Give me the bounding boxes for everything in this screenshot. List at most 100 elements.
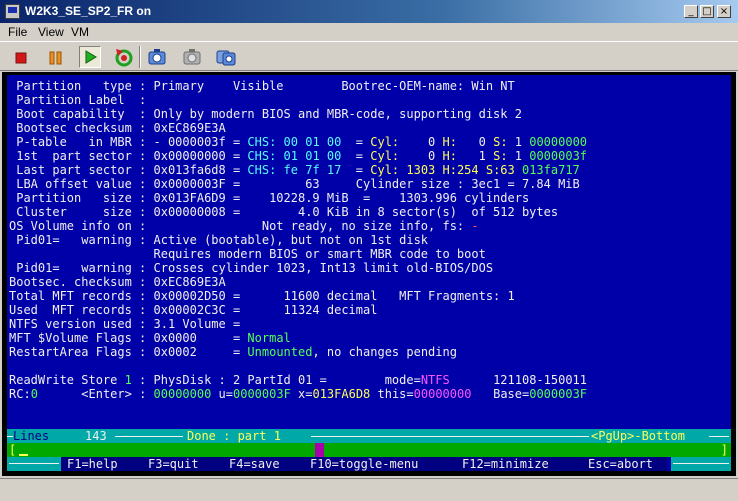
console-text-segment: Base= — [471, 387, 530, 401]
console-text-segment: RestartArea Flags : 0x0002 = — [9, 345, 248, 359]
fkey-save[interactable]: F4=save — [229, 457, 280, 471]
console-text-segment: 1 — [456, 149, 494, 163]
vm-console[interactable]: Partition type : Primary Visible Bootrec… — [7, 75, 731, 471]
console-text-segment: 0 — [30, 387, 38, 401]
toolbar-separator — [139, 46, 141, 68]
console-text-segment: 00000000 — [413, 387, 472, 401]
console-text: Partition type : Primary Visible Bootrec… — [9, 79, 587, 401]
fkey-toggle-menu[interactable]: F10=toggle-menu — [310, 457, 418, 471]
fkey-bar-left-edge — [7, 457, 61, 471]
console-line: MFT $Volume Flags : 0x0000 = Normal — [9, 331, 587, 345]
console-text-segment: ReadWrite Store — [9, 373, 125, 387]
play-button[interactable] — [79, 46, 101, 68]
menu-vm[interactable]: VM — [71, 25, 89, 39]
console-text-segment: Partition size : 0x013FA6D9 = 10228.9 Mi… — [9, 191, 530, 205]
vm-console-frame[interactable]: Partition type : Primary Visible Bootrec… — [2, 72, 736, 476]
console-text-segment: 0 — [399, 149, 443, 163]
console-line: OS Volume info on : Not ready, no size i… — [9, 219, 587, 233]
minimize-button[interactable]: _ — [684, 5, 698, 18]
console-text-segment: 1 — [507, 135, 530, 149]
console-line: Pid01= warning : Crosses cylinder 1023, … — [9, 261, 587, 275]
status-divider — [115, 436, 183, 437]
snapshot-manager-icon — [216, 50, 236, 66]
console-text-segment: = — [341, 163, 371, 177]
console-text-segment: x= — [290, 387, 313, 401]
console-text-segment: RC: — [9, 387, 31, 401]
console-line: Partition size : 0x013FA6D9 = 10228.9 Mi… — [9, 191, 587, 205]
console-text-segment: MFT $Volume Flags : 0x0000 = — [9, 331, 248, 345]
snapshot-button[interactable] — [146, 46, 168, 68]
fkey-help[interactable]: F1=help — [67, 457, 118, 471]
console-text-segment: 1 — [124, 373, 132, 387]
console-text-segment: LBA offset value : 0x0000003F = 63 Cylin… — [9, 177, 580, 191]
console-text-segment: Partition Label : — [9, 93, 147, 107]
console-text-segment: 1 — [507, 149, 530, 163]
console-text-segment: H: — [442, 149, 457, 163]
console-text-segment: 0000003f — [529, 149, 588, 163]
console-line: Used MFT records : 0x00002C3C = 11324 de… — [9, 303, 587, 317]
function-key-list: F1=help F3=quit F4=save F10=toggle-menu … — [61, 457, 667, 471]
status-navigation: <PgUp>-Bottom — [591, 429, 685, 443]
input-right-bracket: ] — [720, 443, 728, 457]
stop-icon — [15, 52, 27, 64]
status-done: Done : part 1 — [187, 429, 281, 443]
reset-button[interactable] — [113, 46, 135, 68]
console-text-segment: Boot capability : Only by modern BIOS an… — [9, 107, 522, 121]
menu-view[interactable]: View — [38, 25, 64, 39]
console-text-segment: 0000003F — [233, 387, 291, 401]
console-line: P-table in MBR : - 0000003f = CHS: 00 01… — [9, 135, 587, 149]
console-line: Bootsec checksum : 0xEC869E3A — [9, 121, 587, 135]
console-text-segment: Normal — [247, 331, 291, 345]
console-text-segment: Unmounted — [247, 345, 313, 359]
console-text-segment: 00000000 — [529, 135, 588, 149]
console-text-segment: Pid01= warning : Active (bootable), but … — [9, 233, 429, 247]
console-line: Pid01= warning : Active (bootable), but … — [9, 233, 587, 247]
maximize-button[interactable]: □ — [700, 5, 714, 18]
console-text-segment: NTFS version used : 3.1 Volume = — [9, 317, 241, 331]
console-text-segment: Bootsec. checksum : 0xEC869E3A — [9, 275, 226, 289]
title-bar: W2K3_SE_SP2_FR on _ □ × — [0, 0, 738, 23]
fkey-minimize[interactable]: F12=minimize — [462, 457, 549, 471]
fkey-quit[interactable]: F3=quit — [148, 457, 199, 471]
console-text-segment: 1st part sector : 0x00000000 = — [9, 149, 248, 163]
fkey-bar-right-edge — [671, 457, 731, 471]
console-text-segment: 013fa717 — [521, 163, 580, 177]
console-line: Requires modern BIOS or smart MBR code t… — [9, 247, 587, 261]
console-line: RestartArea Flags : 0x0002 = Unmounted, … — [9, 345, 587, 359]
console-text-segment: Cyl: — [370, 149, 400, 163]
console-text-segment: Cyl: 1303 H:254 S:63 — [370, 163, 515, 177]
command-input[interactable]: [ ] — [7, 443, 731, 457]
revert-snapshot-button[interactable] — [181, 46, 203, 68]
function-key-bar: F1=help F3=quit F4=save F10=toggle-menu … — [7, 457, 731, 471]
console-text-segment: 0000003F — [529, 387, 588, 401]
console-text-segment: = — [341, 135, 371, 149]
console-text-segment: OS Volume info on : Not ready, no size i… — [9, 219, 472, 233]
console-text-segment: CHS: fe 7f 17 — [247, 163, 342, 177]
console-line: Partition type : Primary Visible Bootrec… — [9, 79, 587, 93]
input-left-bracket: [ — [9, 443, 17, 457]
close-button[interactable]: × — [717, 5, 731, 18]
console-text-segment: CHS: 00 01 00 — [247, 135, 342, 149]
text-cursor — [19, 454, 28, 456]
vm-window-icon — [5, 4, 20, 19]
console-text-segment — [515, 163, 522, 177]
console-text-segment: H: — [442, 135, 457, 149]
console-text-segment: S: — [493, 149, 508, 163]
stop-button[interactable] — [10, 46, 32, 68]
console-text-segment: 013FA6D8 — [312, 387, 371, 401]
window-status-bar — [0, 478, 738, 501]
status-divider — [709, 436, 729, 437]
pause-button[interactable] — [44, 46, 66, 68]
console-text-segment: CHS: 01 01 00 — [247, 149, 342, 163]
console-line: Last part sector : 0x013fa6d8 = CHS: fe … — [9, 163, 587, 177]
play-icon — [85, 50, 97, 64]
fkey-abort[interactable]: Esc=abort — [588, 457, 653, 471]
console-text-segment: Pid01= warning : Crosses cylinder 1023, … — [9, 261, 494, 275]
console-text-segment: u= — [211, 387, 233, 401]
console-text-segment: - — [471, 219, 479, 233]
status-bar: Lines 143 Done : part 1 <PgUp>-Bottom — [7, 429, 731, 443]
snapshot-manager-button[interactable] — [215, 46, 237, 68]
console-line: RC:0 <Enter> : 00000000 u=0000003F x=013… — [9, 387, 587, 401]
menu-file[interactable]: File — [8, 25, 27, 39]
